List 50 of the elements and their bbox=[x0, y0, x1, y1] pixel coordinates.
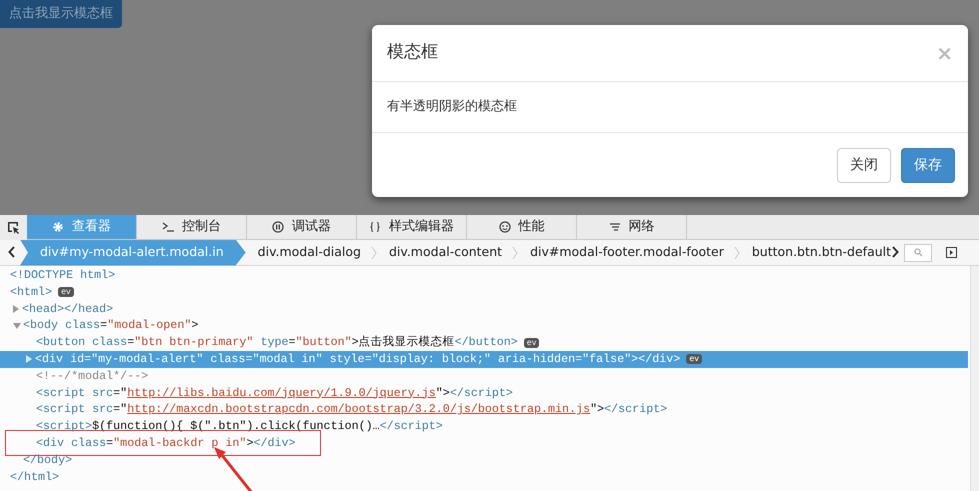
code-text: =" bbox=[113, 401, 128, 418]
closing-tag[interactable]: </body> bbox=[23, 452, 72, 469]
modal-body-text: 有半透明阴影的模态框 bbox=[387, 98, 517, 116]
pause-icon bbox=[272, 221, 284, 233]
code-text: src bbox=[92, 401, 114, 418]
panel-icon bbox=[946, 246, 957, 258]
breadcrumb-item[interactable]: button.btn.btn-default bbox=[740, 240, 902, 266]
code-text: </script> bbox=[450, 384, 513, 402]
code-line[interactable]: <head></head> bbox=[22, 300, 114, 318]
chevron-right-icon bbox=[891, 246, 900, 258]
braces-icon bbox=[369, 221, 381, 233]
event-badge[interactable]: ev bbox=[686, 354, 702, 364]
event-badge[interactable]: ev bbox=[524, 338, 540, 348]
console-icon bbox=[162, 221, 174, 233]
breadcrumb-item[interactable]: div.modal-content bbox=[377, 240, 512, 266]
url-link[interactable]: http://libs.baidu.com/jquery/1.9.0/jquery.js bbox=[127, 384, 436, 402]
search-icon bbox=[914, 248, 922, 257]
code-line[interactable]: <html> bbox=[10, 284, 52, 301]
code-line[interactable]: <button class="btn btn-primary" type="button">点击我显示模态框</button> bbox=[36, 334, 518, 351]
code-line[interactable]: <!DOCTYPE html> bbox=[10, 267, 116, 284]
code-text: "> bbox=[436, 384, 450, 402]
code-text: </script> bbox=[604, 401, 668, 418]
breadcrumb-item[interactable]: div#modal-footer.modal-footer bbox=[518, 240, 734, 266]
twisty-icon[interactable] bbox=[13, 322, 21, 329]
separator-icon bbox=[734, 246, 740, 260]
event-badge[interactable]: ev bbox=[58, 287, 74, 298]
code-line[interactable]: <!--/*modal*/--> bbox=[36, 368, 148, 385]
show-modal-button[interactable]: 点击我显示模态框 bbox=[0, 0, 122, 28]
code-text: src bbox=[92, 384, 114, 402]
breadcrumb-item[interactable]: div.modal-dialog bbox=[246, 240, 371, 266]
modal-title: 模态框 bbox=[387, 41, 438, 64]
code-text: =" bbox=[113, 384, 128, 402]
code-line[interactable]: <div class="modal-backdr p in"></div> bbox=[36, 434, 296, 452]
save-button[interactable]: 保存 bbox=[901, 148, 955, 183]
code-line[interactable]: <script>$(function(){ $(".btn").click(function()…</script> bbox=[36, 418, 443, 435]
code-line[interactable]: <body class="modal-open"> bbox=[23, 317, 198, 334]
code-text: <script bbox=[36, 401, 86, 418]
separator-icon bbox=[371, 246, 377, 260]
twisty-icon[interactable] bbox=[13, 304, 19, 313]
smiley-icon bbox=[498, 221, 510, 233]
separator-icon bbox=[512, 246, 518, 260]
lines-icon bbox=[608, 221, 620, 233]
gear-icon bbox=[52, 221, 64, 233]
url-link[interactable]: http://maxcdn.bootstrapcdn.com/bootstrap/3.2.0/js/bootstrap.min.js bbox=[127, 401, 590, 418]
closing-tag[interactable]: </html> bbox=[10, 468, 60, 486]
cursor-select-icon bbox=[7, 220, 20, 234]
close-modal-button[interactable]: 关闭 bbox=[837, 148, 891, 183]
code-text: <script bbox=[36, 384, 86, 402]
code-text: "> bbox=[590, 401, 604, 418]
chevron-left-icon bbox=[8, 246, 16, 258]
